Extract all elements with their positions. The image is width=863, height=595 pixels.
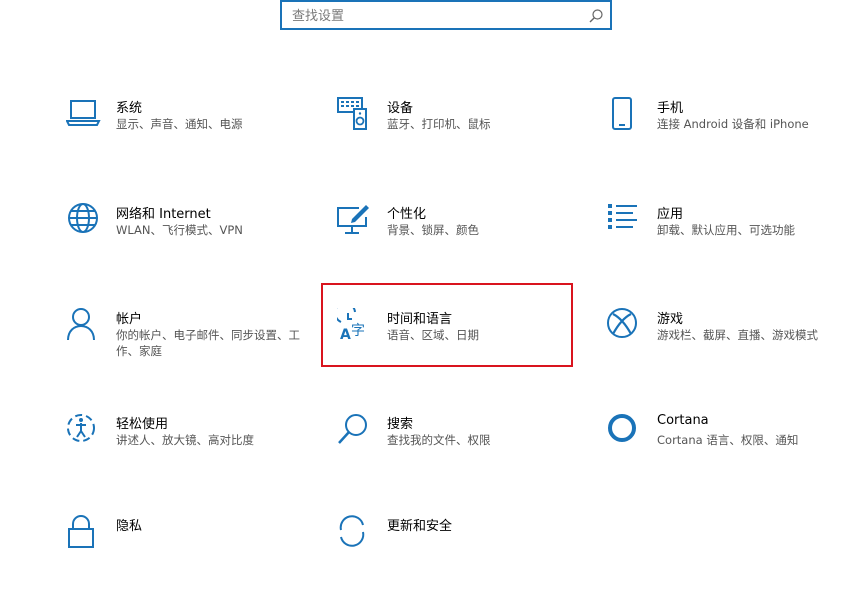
tile-description: 卸载、默认应用、可选功能 xyxy=(657,223,795,237)
tile-description: 查找我的文件、权限 xyxy=(387,433,491,447)
tile-title: 搜索 xyxy=(387,417,414,432)
tile-ease-of-access[interactable]: 轻松使用 讲述人、放大镜、高对比度 xyxy=(66,413,306,493)
tile-personalization[interactable]: 个性化 背景、锁屏、颜色 xyxy=(337,203,577,283)
search-input[interactable] xyxy=(292,6,582,26)
tile-description: Cortana 语言、权限、通知 xyxy=(657,433,799,447)
tile-update-security[interactable]: 更新和安全 xyxy=(337,515,577,595)
tile-title: 设备 xyxy=(387,101,414,116)
tile-title: 隐私 xyxy=(116,519,143,534)
tile-search[interactable]: 搜索 查找我的文件、权限 xyxy=(337,413,577,493)
tile-title: 游戏 xyxy=(657,312,684,327)
tile-description: 显示、声音、通知、电源 xyxy=(116,117,243,131)
person-icon xyxy=(66,308,102,344)
tile-description: WLAN、飞行模式、VPN xyxy=(116,223,243,237)
tile-title: 轻松使用 xyxy=(116,417,169,432)
tile-title: 应用 xyxy=(657,207,684,222)
tile-description: 背景、锁屏、颜色 xyxy=(387,223,479,237)
tile-description: 讲述人、放大镜、高对比度 xyxy=(116,433,254,447)
tile-title: 更新和安全 xyxy=(387,519,453,534)
tile-cortana[interactable]: Cortana Cortana 语言、权限、通知 xyxy=(607,413,847,493)
tile-gaming[interactable]: 游戏 游戏栏、截屏、直播、游戏模式 xyxy=(607,308,847,388)
tile-title: Cortana xyxy=(657,413,709,428)
tile-system[interactable]: 系统 显示、声音、通知、电源 xyxy=(66,97,306,177)
search-magnifier-icon xyxy=(337,413,373,449)
keyboard-speaker-icon xyxy=(337,97,373,133)
tile-description: 游戏栏、截屏、直播、游戏模式 xyxy=(657,328,818,342)
tile-privacy[interactable]: 隐私 xyxy=(66,515,306,595)
tile-devices[interactable]: 设备 蓝牙、打印机、鼠标 xyxy=(337,97,577,177)
sync-icon xyxy=(337,515,373,551)
ease-of-access-icon xyxy=(66,413,102,449)
cortana-ring-icon xyxy=(607,413,643,449)
tile-apps[interactable]: 应用 卸载、默认应用、可选功能 xyxy=(607,203,847,283)
apps-list-icon xyxy=(607,203,643,239)
tile-accounts[interactable]: 帐户 你的帐户、电子邮件、同步设置、工作、家庭 xyxy=(66,308,306,388)
tile-description: 蓝牙、打印机、鼠标 xyxy=(387,117,491,131)
phone-icon xyxy=(607,97,643,133)
tile-phone[interactable]: 手机 连接 Android 设备和 iPhone xyxy=(607,97,847,177)
tile-network[interactable]: 网络和 Internet WLAN、飞行模式、VPN xyxy=(66,203,306,283)
tile-title: 个性化 xyxy=(387,207,427,222)
tile-description: 你的帐户、电子邮件、同步设置、工作、家庭 xyxy=(116,328,300,358)
laptop-icon xyxy=(66,97,102,133)
tile-title: 系统 xyxy=(116,101,143,116)
paint-monitor-icon xyxy=(337,203,373,239)
tile-title: 手机 xyxy=(657,101,684,116)
tile-title: 帐户 xyxy=(116,312,143,327)
lock-icon xyxy=(66,515,102,551)
tile-title: 网络和 Internet xyxy=(116,207,211,222)
xbox-icon xyxy=(607,308,643,344)
tile-description: 连接 Android 设备和 iPhone xyxy=(657,117,809,131)
search-box[interactable] xyxy=(280,0,612,30)
highlight-box xyxy=(321,283,573,367)
globe-icon xyxy=(66,203,102,239)
search-icon[interactable] xyxy=(588,8,604,24)
